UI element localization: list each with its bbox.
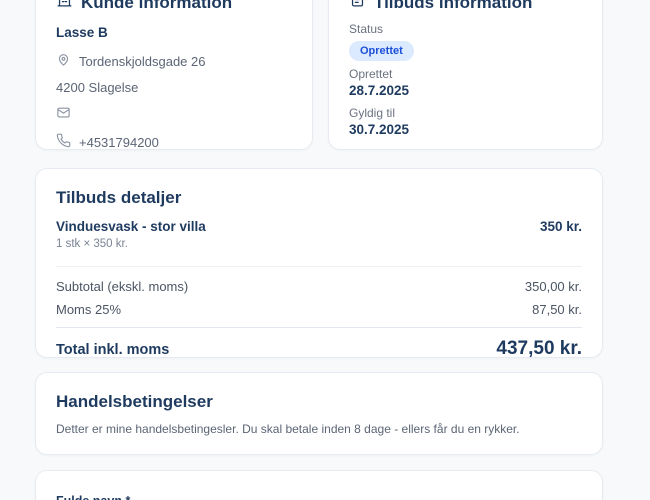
acceptance-form-card: Fulde navn * <box>35 470 603 500</box>
status-label: Status <box>349 22 384 36</box>
vat-label: Moms 25% <box>56 302 122 317</box>
subtotal-row: Subtotal (ekskl. moms) 350,00 kr. <box>56 278 582 295</box>
terms-card: Handelsbetingelser Detter er mine handel… <box>35 372 603 455</box>
customer-address-line2: 4200 Slagelse <box>56 80 139 95</box>
document-icon <box>349 0 366 14</box>
vat-row: Moms 25% 87,50 kr. <box>56 301 582 318</box>
customer-name: Lasse B <box>56 25 108 40</box>
terms-body: Detter er mine handelsbetingesler. Du sk… <box>56 422 520 436</box>
phone-icon <box>56 133 71 152</box>
created-label: Oprettet <box>349 67 393 81</box>
details-title: Tilbuds detaljer <box>56 188 182 207</box>
line-item-name: Vinduesvask - stor villa <box>56 219 206 234</box>
details-divider <box>56 266 582 267</box>
full-name-label: Fulde navn * <box>56 493 582 500</box>
valid-until-date: 30.7.2025 <box>349 122 410 137</box>
line-item-price: 350 kr. <box>539 219 582 234</box>
subtotal-label: Subtotal (ekskl. moms) <box>56 279 189 294</box>
customer-card-header: Kunde information <box>56 0 292 14</box>
subtotal-value: 350,00 kr. <box>524 279 582 294</box>
line-item-info: Vinduesvask - stor villa 1 stk × 350 kr. <box>56 218 206 252</box>
map-pin-icon <box>56 52 71 71</box>
customer-address-line1: Tordenskjoldsgade 26 <box>79 53 206 69</box>
offer-card-header: Tilbuds information <box>349 0 582 14</box>
valid-until-label: Gyldig til <box>349 106 396 120</box>
terms-title: Handelsbetingelser <box>56 392 213 411</box>
envelope-icon <box>56 105 71 124</box>
grand-total-label: Total inkl. moms <box>56 342 170 358</box>
building-icon <box>56 0 73 14</box>
customer-address-row: Tordenskjoldsgade 26 <box>56 52 292 71</box>
grand-total-row: Total inkl. moms 437,50 kr. <box>56 327 582 360</box>
offer-info-card: Tilbuds information Status Oprettet Opre… <box>328 0 603 150</box>
quote-page: Kunde information Lasse B Tordenskjoldsg… <box>0 0 650 500</box>
line-item-qty: 1 stk × 350 kr. <box>56 238 128 250</box>
offer-card-title: Tilbuds information <box>374 0 533 12</box>
customer-email-row <box>56 105 292 124</box>
offer-details-card: Tilbuds detaljer Vinduesvask - stor vill… <box>35 168 603 360</box>
created-date: 28.7.2025 <box>349 83 410 98</box>
customer-info-card: Kunde information Lasse B Tordenskjoldsg… <box>35 0 313 150</box>
status-badge: Oprettet <box>349 41 414 61</box>
customer-detail-rows: Tordenskjoldsgade 26 4200 Slagelse +4531… <box>56 52 292 152</box>
customer-phone-row: +4531794200 <box>56 133 292 152</box>
vat-value: 87,50 kr. <box>532 302 582 317</box>
customer-phone: +4531794200 <box>79 134 159 150</box>
line-item: Vinduesvask - stor villa 1 stk × 350 kr.… <box>56 218 582 252</box>
customer-card-title: Kunde information <box>81 0 233 12</box>
grand-total-value: 437,50 kr. <box>496 338 582 359</box>
customer-city-row: 4200 Slagelse <box>56 80 292 96</box>
